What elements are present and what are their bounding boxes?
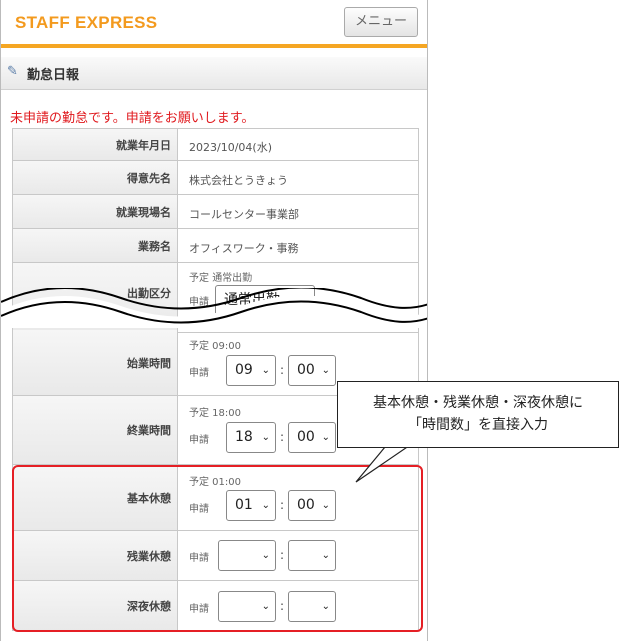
row-label: 始業時間 bbox=[13, 330, 178, 395]
start-minute-select[interactable]: 00 ⌄ bbox=[288, 355, 336, 386]
row-label: 就業現場名 bbox=[13, 195, 178, 228]
row-value: オフィスワーク・事務 bbox=[189, 242, 299, 255]
time-separator: : bbox=[280, 363, 285, 377]
section-header: ✎ 勤怠日報 bbox=[1, 57, 427, 90]
row-job: 業務名 オフィスワーク・事務 bbox=[12, 229, 419, 263]
row-value: 株式会社とうきょう bbox=[189, 174, 288, 187]
row-label: 業務名 bbox=[13, 229, 178, 262]
header-accent-bar bbox=[1, 44, 427, 48]
section-title: 勤怠日報 bbox=[27, 68, 80, 83]
plan-value: 予定 09:00 bbox=[189, 341, 241, 352]
row-work-date: 就業年月日 2023/10/04(水) bbox=[12, 128, 419, 161]
start-hour-select[interactable]: 09 ⌄ bbox=[226, 355, 276, 386]
menu-button[interactable]: メニュー bbox=[344, 7, 418, 37]
callout-line-1: 基本休憩・残業休憩・深夜休憩に bbox=[373, 395, 583, 411]
time-separator: : bbox=[280, 430, 285, 444]
callout-line-2: 「時間数」を直接入力 bbox=[408, 417, 548, 433]
end-minute-select[interactable]: 00 ⌄ bbox=[288, 422, 336, 453]
chevron-down-icon: ⌄ bbox=[321, 365, 330, 376]
plan-value: 予定 通常出勤 bbox=[189, 273, 253, 284]
annotation-callout: 基本休憩・残業休憩・深夜休憩に 「時間数」を直接入力 bbox=[337, 381, 619, 448]
break-rows-highlight bbox=[12, 465, 423, 632]
cut-wave-divider bbox=[1, 288, 427, 328]
chevron-down-icon: ⌄ bbox=[261, 432, 270, 443]
row-label: 就業年月日 bbox=[13, 129, 178, 160]
unsubmitted-notice: 未申請の勤怠です。申請をお願いします。 bbox=[10, 111, 255, 126]
plan-value: 予定 18:00 bbox=[189, 408, 241, 419]
row-label: 終業時間 bbox=[13, 396, 178, 464]
form-icon: ✎ bbox=[7, 64, 18, 79]
apply-label: 申請 bbox=[189, 368, 209, 379]
brand-logo[interactable]: STAFF EXPRESS bbox=[15, 13, 157, 33]
row-work-site: 就業現場名 コールセンター事業部 bbox=[12, 195, 419, 229]
row-value: 2023/10/04(水) bbox=[189, 141, 272, 154]
end-hour-select[interactable]: 18 ⌄ bbox=[226, 422, 276, 453]
apply-label: 申請 bbox=[189, 435, 209, 446]
mobile-screen: STAFF EXPRESS メニュー ✎ 勤怠日報 未申請の勤怠です。申請をお願… bbox=[0, 0, 428, 641]
row-value: コールセンター事業部 bbox=[189, 208, 299, 221]
row-client: 得意先名 株式会社とうきょう bbox=[12, 161, 419, 195]
chevron-down-icon: ⌄ bbox=[321, 432, 330, 443]
chevron-down-icon: ⌄ bbox=[261, 365, 270, 376]
app-header: STAFF EXPRESS メニュー bbox=[1, 0, 427, 46]
row-label: 得意先名 bbox=[13, 161, 178, 194]
